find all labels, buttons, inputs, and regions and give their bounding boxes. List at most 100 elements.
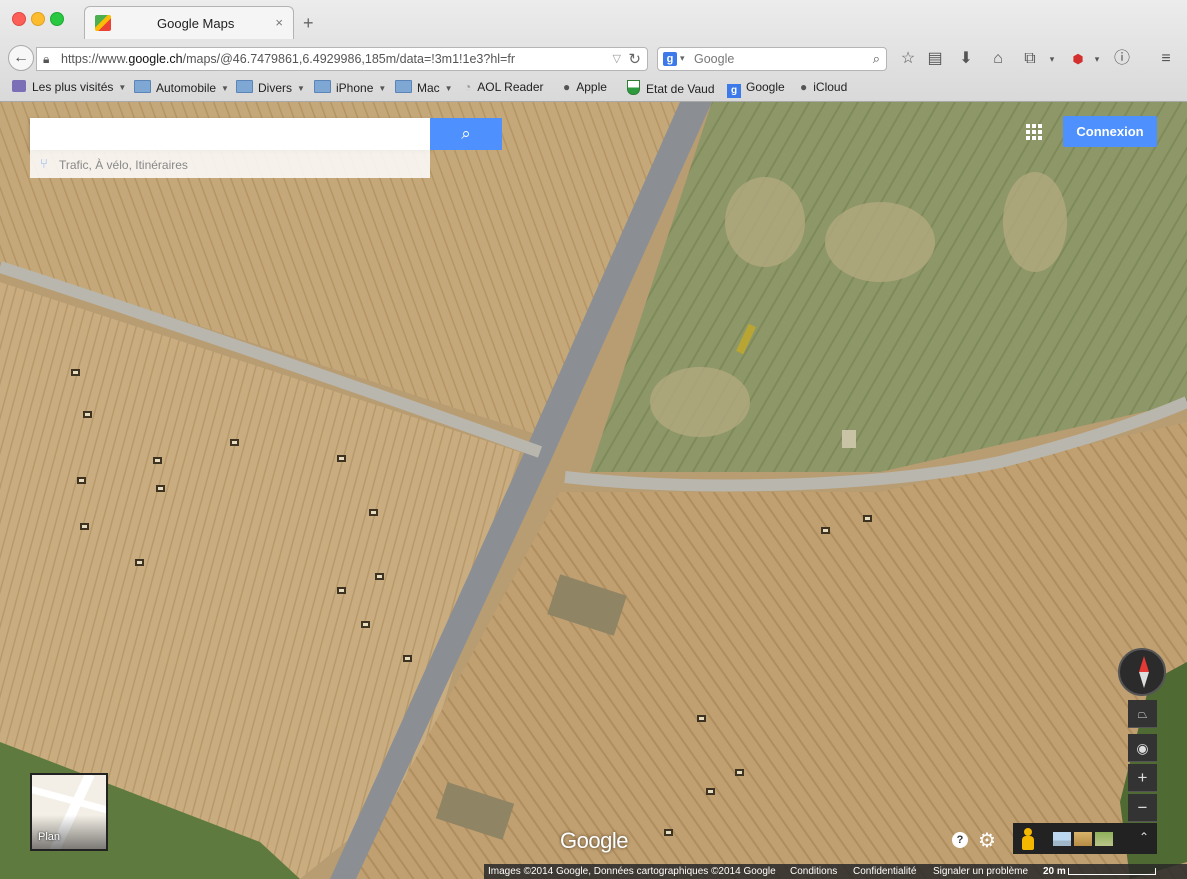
tab-google-maps[interactable]: Google Maps × bbox=[84, 6, 294, 39]
search-engine-caret-icon[interactable]: ▾ bbox=[680, 53, 685, 64]
folder-icon bbox=[395, 80, 412, 93]
report-problem-link[interactable]: Signaler un problème bbox=[933, 866, 1028, 877]
rss-icon: ◔ bbox=[464, 80, 472, 94]
bookmark-label: Automobile bbox=[156, 81, 217, 95]
translate-menu-caret-icon[interactable]: ▾ bbox=[1041, 48, 1063, 70]
settings-gear-icon[interactable]: ⚙ bbox=[978, 828, 996, 853]
bookmark-label: Les plus visités bbox=[32, 80, 114, 94]
chevron-down-icon: ▼ bbox=[221, 84, 229, 93]
bookmark-aol-reader[interactable]: ◔ AOL Reader bbox=[464, 80, 544, 94]
url-text: https://www.google.ch/maps/@46.7479861,6… bbox=[61, 52, 515, 66]
info-extension-icon[interactable]: ⓘ bbox=[1111, 48, 1133, 70]
directions-layers-link[interactable]: ⑂ Trafic, À vélo, Itinéraires bbox=[30, 150, 430, 178]
expand-chevron-icon[interactable]: ⌃ bbox=[1139, 830, 1149, 844]
scale-label: 20 m bbox=[1043, 866, 1066, 877]
vaud-shield-icon bbox=[627, 80, 640, 95]
close-window-button[interactable] bbox=[12, 12, 26, 26]
folder-icon bbox=[134, 80, 151, 93]
url-path: /maps/@46.7479861,6.4929986,185m/data=!3… bbox=[182, 52, 515, 66]
privacy-link[interactable]: Confidentialité bbox=[853, 866, 916, 877]
adblock-menu-caret-icon[interactable]: ▾ bbox=[1086, 48, 1108, 70]
satellite-map-view[interactable]: ⌕ ⑂ Trafic, À vélo, Itinéraires Connexio… bbox=[0, 102, 1187, 879]
bookmark-etat-de-vaud[interactable]: Etat de Vaud bbox=[627, 80, 715, 96]
directions-hint: Trafic, À vélo, Itinéraires bbox=[59, 158, 188, 172]
plan-view-toggle[interactable]: Plan bbox=[30, 773, 108, 851]
most-visited-icon bbox=[12, 80, 26, 92]
my-location-icon[interactable]: ◉ bbox=[1128, 734, 1157, 762]
search-placeholder: Google bbox=[694, 52, 735, 66]
tractor bbox=[842, 430, 856, 448]
bookmark-label: Mac bbox=[417, 81, 440, 95]
zoom-out-button[interactable]: − bbox=[1128, 794, 1157, 822]
downloads-icon[interactable]: ⬇ bbox=[955, 48, 977, 70]
reload-icon[interactable]: ↻ bbox=[628, 50, 641, 68]
google-g-icon: g bbox=[727, 84, 741, 98]
bookmarks-bar: Les plus visités ▼ Automobile ▼ Divers ▼ iP… bbox=[0, 78, 1187, 98]
bookmark-les-plus-visites[interactable]: Les plus visités ▼ bbox=[12, 80, 126, 94]
folder-icon bbox=[236, 80, 253, 93]
new-tab-button[interactable]: + bbox=[303, 13, 314, 34]
url-prefix: https://www. bbox=[61, 52, 129, 66]
browser-search-bar[interactable]: g ▾ Google ⌕ bbox=[657, 47, 887, 71]
hamburger-menu-icon[interactable]: ≡ bbox=[1155, 48, 1177, 70]
scale-bar bbox=[1068, 868, 1156, 875]
field-patch bbox=[1003, 172, 1067, 272]
bookmark-icloud[interactable]: ● iCloud bbox=[800, 80, 847, 94]
apple-icon: ● bbox=[563, 80, 571, 94]
bookmark-google[interactable]: g Google bbox=[727, 80, 785, 98]
photo-thumb-2[interactable] bbox=[1074, 832, 1092, 846]
directions-icon: ⑂ bbox=[40, 156, 48, 171]
bookmark-label: Etat de Vaud bbox=[646, 82, 715, 96]
bookmark-iphone[interactable]: iPhone ▼ bbox=[314, 80, 386, 95]
help-icon[interactable]: ? bbox=[952, 832, 968, 848]
reading-list-icon[interactable]: ▤ bbox=[924, 48, 946, 70]
chevron-down-icon: ▼ bbox=[444, 84, 453, 93]
search-engine-icon[interactable]: g bbox=[663, 52, 677, 66]
translate-extension-icon[interactable]: ⧉ bbox=[1019, 48, 1041, 70]
url-history-dropdown-icon[interactable]: ▽ bbox=[613, 52, 621, 65]
folder-icon bbox=[314, 80, 331, 93]
bookmark-label: Divers bbox=[258, 81, 293, 95]
zoom-window-button[interactable] bbox=[50, 12, 64, 26]
apps-grid-icon[interactable] bbox=[1026, 124, 1042, 140]
satellite-imagery bbox=[0, 102, 1187, 879]
bookmark-label: iPhone bbox=[336, 81, 374, 95]
back-button[interactable]: ← bbox=[8, 45, 34, 71]
connexion-button[interactable]: Connexion bbox=[1063, 116, 1157, 147]
home-icon[interactable]: ⌂ bbox=[987, 48, 1009, 70]
chevron-down-icon: ▼ bbox=[297, 84, 305, 93]
field-patch bbox=[650, 367, 750, 437]
field-patch bbox=[825, 202, 935, 282]
imagery-attribution: Images ©2014 Google, Données cartographi… bbox=[488, 866, 776, 877]
bookmark-label: AOL Reader bbox=[477, 80, 544, 94]
field-patch bbox=[725, 177, 805, 267]
bookmark-star-icon[interactable]: ☆ bbox=[897, 48, 919, 70]
bookmark-apple[interactable]: ● Apple bbox=[563, 80, 607, 94]
url-domain: google.ch bbox=[128, 52, 183, 66]
chevron-down-icon: ▼ bbox=[378, 84, 387, 93]
maps-search-button[interactable]: ⌕ bbox=[430, 118, 502, 150]
search-icon[interactable]: ⌕ bbox=[873, 51, 880, 67]
plan-label: Plan bbox=[38, 831, 61, 843]
google-maps-favicon-icon bbox=[95, 15, 111, 31]
tab-title: Google Maps bbox=[157, 16, 235, 31]
browser-chrome: Google Maps × + ← 🔒︎ https://www.google.… bbox=[0, 0, 1187, 102]
minimize-window-button[interactable] bbox=[31, 12, 45, 26]
conditions-link[interactable]: Conditions bbox=[790, 866, 837, 877]
maps-search-input[interactable] bbox=[30, 118, 430, 150]
bookmark-mac[interactable]: Mac ▼ bbox=[395, 80, 453, 95]
street-view-bar[interactable]: ⌃ bbox=[1013, 823, 1157, 854]
bookmark-label: Google bbox=[746, 80, 785, 94]
tilt-view-icon[interactable]: ⏢ bbox=[1128, 700, 1157, 728]
url-bar[interactable]: 🔒︎ https://www.google.ch/maps/@46.747986… bbox=[36, 47, 648, 71]
zoom-in-button[interactable]: + bbox=[1128, 764, 1157, 792]
bookmark-automobile[interactable]: Automobile ▼ bbox=[134, 80, 229, 95]
photo-thumb-1[interactable] bbox=[1053, 832, 1071, 846]
photo-thumb-3[interactable] bbox=[1095, 832, 1113, 846]
tab-close-icon[interactable]: × bbox=[275, 15, 283, 30]
google-logo: Google bbox=[560, 828, 628, 853]
compass-icon[interactable] bbox=[1118, 648, 1166, 696]
bookmark-divers[interactable]: Divers ▼ bbox=[236, 80, 305, 95]
pegman-icon[interactable] bbox=[1021, 828, 1035, 850]
chevron-down-icon: ▼ bbox=[118, 83, 127, 92]
